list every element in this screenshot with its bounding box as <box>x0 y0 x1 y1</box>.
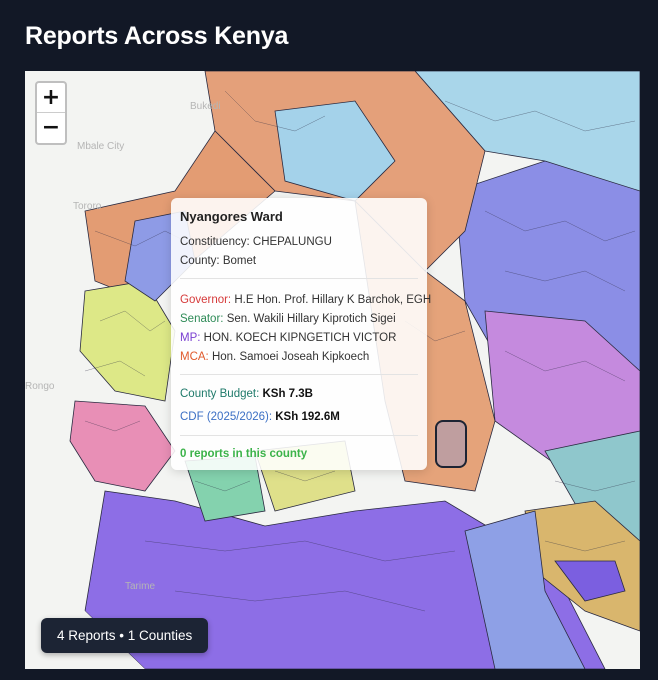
zoom-out-button[interactable]: − <box>37 113 65 142</box>
zoom-in-button[interactable]: + <box>37 83 65 112</box>
budget-label: County Budget: <box>180 388 260 400</box>
page-title: Reports Across Kenya <box>25 22 289 50</box>
county-value: Bomet <box>222 255 257 267</box>
reports-count-text: 0 reports in this county <box>180 448 308 460</box>
selected-ward-highlight[interactable] <box>435 420 467 468</box>
county-label: County: <box>180 255 220 267</box>
cdf-label: CDF (2025/2026): <box>180 411 273 423</box>
popup-ward-name: Nyangores Ward <box>180 209 283 224</box>
constituency-label: Constituency: <box>180 236 250 248</box>
mp-row: MP: HON. KOECH KIPNGETICH VICTOR <box>180 332 396 344</box>
place-label: Tororo <box>73 201 102 212</box>
constituency-value: CHEPALUNGU <box>252 236 332 248</box>
governor-value: H.E Hon. Prof. Hillary K Barchok, EGH <box>234 294 432 306</box>
cdf-value: KSh 192.6M <box>275 411 340 423</box>
cdf-row: CDF (2025/2026): KSh 192.6M <box>180 411 340 423</box>
mca-label: MCA: <box>180 351 209 363</box>
constituency-row: Constituency: CHEPALUNGU <box>180 236 332 248</box>
budget-value: KSh 7.3B <box>262 388 313 400</box>
mca-value: Hon. Samoei Joseah Kipkoech <box>211 351 370 363</box>
popup-divider <box>180 435 418 436</box>
kenya-map[interactable]: Bukedi Mbale City Tororo Rongo Tarime + … <box>25 71 640 669</box>
popup-divider <box>180 278 418 279</box>
reports-summary-badge: 4 Reports • 1 Counties <box>41 618 209 653</box>
county-row: County: Bomet <box>180 255 256 267</box>
governor-row: Governor: H.E Hon. Prof. Hillary K Barch… <box>180 294 431 306</box>
budget-row: County Budget: KSh 7.3B <box>180 388 313 400</box>
place-label: Tarime <box>125 581 156 592</box>
place-label: Bukedi <box>190 101 221 112</box>
governor-label: Governor: <box>180 294 232 306</box>
mp-label: MP: <box>180 332 201 344</box>
place-label: Mbale City <box>77 141 125 152</box>
place-label: Rongo <box>25 381 55 392</box>
senator-label: Senator: <box>180 313 224 325</box>
senator-value: Sen. Wakili Hillary Kiprotich Sigei <box>226 313 396 325</box>
popup-divider <box>180 374 418 375</box>
ward-popup: Nyangores Ward Constituency: CHEPALUNGU … <box>171 198 431 470</box>
mp-value: HON. KOECH KIPNGETICH VICTOR <box>203 332 397 344</box>
zoom-control: + − <box>35 81 67 145</box>
senator-row: Senator: Sen. Wakili Hillary Kiprotich S… <box>180 313 396 325</box>
mca-row: MCA: Hon. Samoei Joseah Kipkoech <box>180 351 369 363</box>
